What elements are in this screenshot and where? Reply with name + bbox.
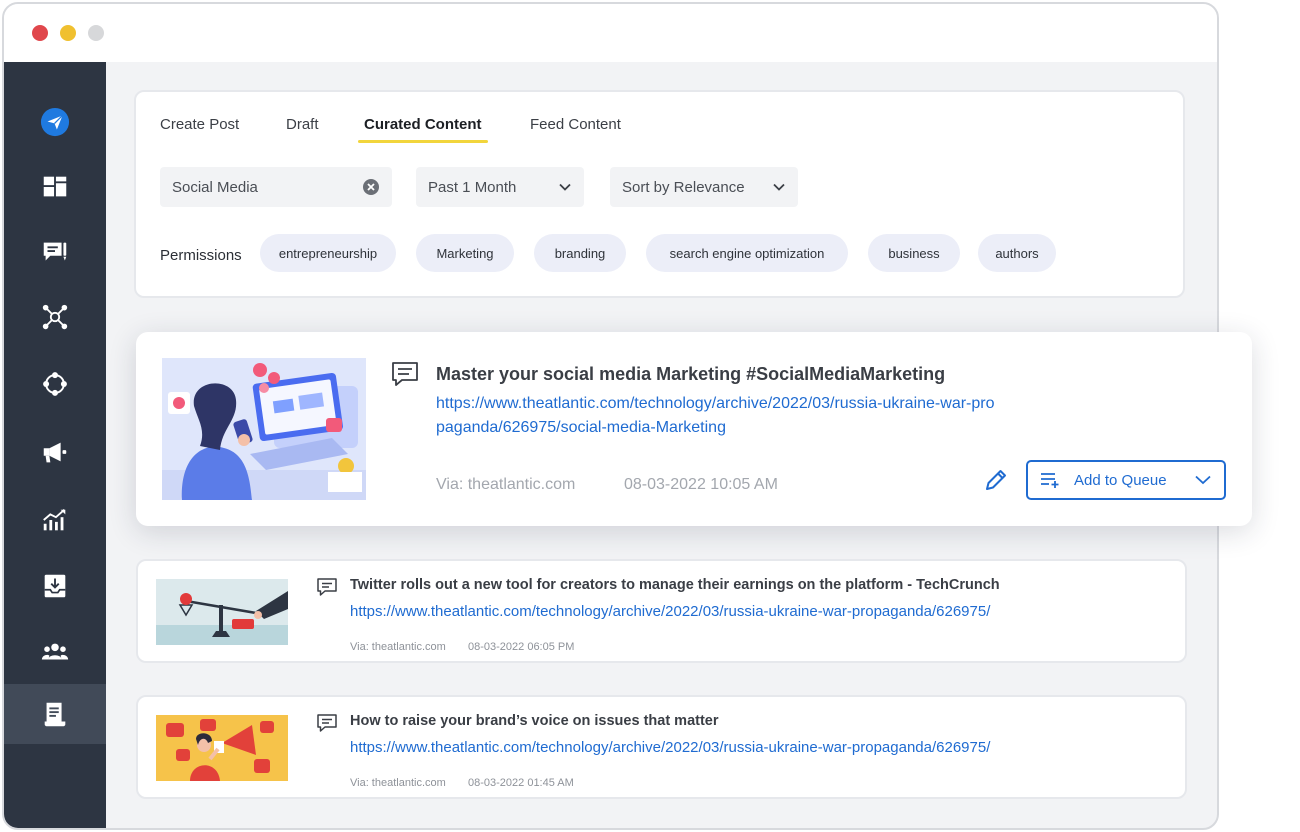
permission-chip[interactable]: entrepreneurship	[260, 234, 396, 272]
permission-chip[interactable]: branding	[534, 234, 626, 272]
article-source: Via: theatlantic.com	[350, 777, 446, 789]
featured-article-date: 08-03-2022 10:05 AM	[624, 476, 778, 493]
network-icon	[42, 304, 68, 330]
article-title: How to raise your brand’s voice on issue…	[350, 713, 719, 729]
featured-article-link[interactable]: https://www.theatlantic.com/technology/a…	[436, 392, 996, 440]
add-to-queue-button[interactable]: Add to Queue	[1026, 460, 1226, 500]
sidebar-item-campaigns[interactable]	[4, 422, 106, 482]
tab-draft[interactable]: Draft	[286, 116, 319, 133]
message-icon	[317, 578, 337, 596]
sidebar-item-connections[interactable]	[4, 354, 106, 414]
permission-chip[interactable]: business	[868, 234, 960, 272]
tab-curated-content[interactable]: Curated Content	[358, 116, 488, 143]
message-icon	[392, 362, 418, 386]
content-filter-panel: Create Post Draft Curated Content Feed C…	[134, 90, 1185, 298]
team-icon	[41, 643, 69, 660]
circle-nodes-icon	[43, 372, 67, 396]
article-link[interactable]: https://www.theatlantic.com/technology/a…	[350, 739, 990, 756]
permission-chip[interactable]: Marketing	[416, 234, 514, 272]
article-date: 08-03-2022 06:05 PM	[468, 641, 575, 653]
sidebar-item-dashboard[interactable]	[4, 157, 106, 217]
tab-create-post[interactable]: Create Post	[160, 116, 239, 133]
compose-icon	[43, 242, 67, 261]
send-icon	[40, 107, 70, 137]
sidebar	[4, 62, 106, 828]
social-media-illustration	[162, 358, 366, 500]
active-tab-indicator	[358, 140, 488, 143]
article-thumbnail	[162, 358, 366, 500]
featured-article-title: Master your social media Marketing #Soci…	[436, 364, 946, 384]
article-card[interactable]: How to raise your brand’s voice on issue…	[136, 695, 1187, 799]
sidebar-item-team[interactable]	[4, 622, 106, 682]
time-range-select[interactable]: Past 1 Month	[416, 167, 584, 207]
megaphone-icon	[43, 442, 67, 463]
featured-article-card[interactable]: Master your social media Marketing #Soci…	[136, 332, 1252, 526]
sidebar-item-publish[interactable]	[4, 92, 106, 152]
article-date: 08-03-2022 01:45 AM	[468, 777, 574, 789]
sort-select[interactable]: Sort by Relevance	[610, 167, 798, 207]
megaphone-voice-illustration	[156, 715, 288, 781]
dashboard-icon	[43, 176, 67, 197]
permission-chip[interactable]: search engine optimization	[646, 234, 848, 272]
chevron-down-icon[interactable]	[1194, 473, 1212, 487]
sidebar-item-compose[interactable]	[4, 222, 106, 282]
analytics-icon	[43, 508, 66, 531]
queue-list-icon	[1041, 473, 1059, 488]
permissions-label: Permissions	[160, 247, 242, 264]
article-thumbnail	[156, 715, 288, 781]
minimize-window-button[interactable]	[60, 25, 76, 41]
clear-search-icon[interactable]	[362, 178, 380, 196]
chevron-down-icon	[559, 183, 571, 191]
sidebar-item-inbox[interactable]	[4, 556, 106, 616]
edit-icon[interactable]	[982, 466, 1010, 494]
sidebar-item-content[interactable]	[4, 684, 106, 744]
article-thumbnail	[156, 579, 288, 645]
search-input[interactable]: Social Media	[160, 167, 392, 207]
tab-feed-content[interactable]: Feed Content	[530, 116, 621, 133]
article-title: Twitter rolls out a new tool for creator…	[350, 577, 1000, 593]
balance-scale-illustration	[156, 579, 288, 645]
sidebar-item-analytics[interactable]	[4, 490, 106, 550]
close-window-button[interactable]	[32, 25, 48, 41]
sidebar-item-network[interactable]	[4, 287, 106, 347]
featured-article-source: Via: theatlantic.com	[436, 476, 576, 493]
title-bar	[4, 4, 1217, 62]
chevron-down-icon	[773, 183, 785, 191]
inbox-download-icon	[44, 574, 66, 598]
article-link[interactable]: https://www.theatlantic.com/technology/a…	[350, 603, 990, 620]
article-card[interactable]: Twitter rolls out a new tool for creator…	[136, 559, 1187, 663]
zoom-window-button[interactable]	[88, 25, 104, 41]
article-source: Via: theatlantic.com	[350, 641, 446, 653]
permission-chip[interactable]: authors	[978, 234, 1056, 272]
document-icon	[44, 702, 66, 727]
message-icon	[317, 714, 337, 732]
